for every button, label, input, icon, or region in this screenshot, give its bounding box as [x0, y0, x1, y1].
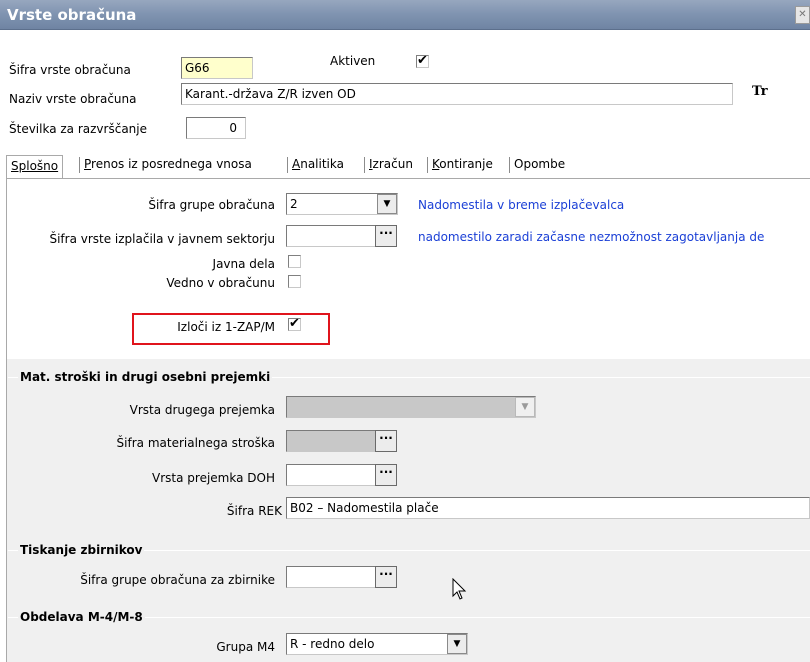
- public-works-label: Javna dela: [212, 257, 275, 271]
- other-income-select[interactable]: [286, 396, 536, 418]
- mouse-cursor-icon: [452, 578, 467, 600]
- active-label: Aktiven: [330, 54, 376, 68]
- window-title: Vrste obračuna: [7, 6, 137, 24]
- name-input[interactable]: Karant.-država Z/R izven OD: [181, 83, 733, 105]
- name-label: Naziv vrste obračuna: [9, 92, 137, 106]
- tab-accelerator: P: [84, 157, 92, 171]
- rek-label: Šifra REK: [226, 504, 282, 518]
- check-icon: ✔: [289, 316, 300, 331]
- window-titlebar: Vrste obračuna ✕: [0, 0, 810, 30]
- exclude-checkbox[interactable]: ✔: [288, 316, 301, 331]
- doh-input[interactable]: [286, 464, 376, 486]
- m4-group-label: Grupa M4: [216, 640, 275, 654]
- tab-splosno[interactable]: Splošno: [6, 155, 64, 179]
- m4-title: Obdelava M-4/M-8: [18, 610, 145, 624]
- material-cost-label: Šifra materialnega stroška: [116, 436, 275, 450]
- mat-costs-title: Mat. stroški in drugi osebni prejemki: [18, 370, 273, 384]
- sort-label: Številka za razvrščanje: [9, 122, 147, 136]
- ellipsis-icon[interactable]: ···: [375, 430, 397, 452]
- code-label: Šifra vrste obračuna: [9, 63, 131, 77]
- tab-accelerator: K: [432, 157, 440, 171]
- payout-description: nadomestilo zaradi začasne nezmožnost za…: [418, 230, 765, 244]
- group-label: Šifra grupe obračuna: [148, 198, 275, 212]
- payout-input[interactable]: [286, 225, 376, 247]
- ellipsis-icon[interactable]: ···: [375, 464, 397, 486]
- always-label: Vedno v obračunu: [166, 276, 275, 290]
- m4-group-select[interactable]: R - redno delo: [286, 633, 468, 655]
- tab-accelerator: A: [292, 157, 301, 171]
- payout-label: Šifra vrste izplačila v javnem sektorju: [49, 232, 275, 246]
- code-input[interactable]: G66: [181, 57, 253, 79]
- printing-title: Tiskanje zbirnikov: [18, 543, 145, 557]
- rek-input[interactable]: B02 – Nadomestila plače: [286, 497, 810, 519]
- ellipsis-icon[interactable]: ···: [375, 566, 397, 588]
- tab-analitika[interactable]: Analitika: [292, 157, 344, 171]
- doh-label: Vrsta prejemka DOH: [152, 471, 275, 485]
- material-cost-input[interactable]: [286, 430, 376, 452]
- tab-separator: [364, 157, 365, 173]
- chevron-down-icon[interactable]: ▼: [377, 194, 397, 214]
- tab-separator: [509, 157, 510, 173]
- tab-opombe[interactable]: Opombe: [514, 157, 565, 171]
- active-checkbox[interactable]: ✔: [416, 53, 429, 68]
- close-icon[interactable]: ✕: [795, 6, 810, 24]
- chevron-down-icon[interactable]: ▼: [447, 634, 467, 654]
- tab-strip: Splošno Prenos iz posrednega vnosa Anali…: [6, 155, 806, 179]
- tab-prenos[interactable]: Prenos iz posrednega vnosa: [84, 157, 252, 171]
- chevron-down-icon[interactable]: ▼: [515, 397, 535, 417]
- always-checkbox[interactable]: [288, 275, 301, 288]
- font-icon[interactable]: Tr: [752, 85, 768, 99]
- printing-group-input[interactable]: [286, 566, 376, 588]
- ellipsis-icon[interactable]: ···: [375, 225, 397, 247]
- public-works-checkbox[interactable]: [288, 255, 301, 268]
- group-description: Nadomestila v breme izplačevalca: [418, 198, 625, 212]
- tab-separator: [427, 157, 428, 173]
- tab-izracun[interactable]: Izračun: [369, 157, 413, 171]
- exclude-label: Izloči iz 1-ZAP/M: [177, 320, 275, 334]
- tab-accelerator: I: [369, 157, 373, 171]
- tab-separator: [287, 157, 288, 173]
- sort-input[interactable]: 0: [186, 117, 246, 139]
- tab-kontiranje[interactable]: Kontiranje: [432, 157, 493, 171]
- printing-group-label: Šifra grupe obračuna za zbirnike: [80, 573, 275, 587]
- other-income-label: Vrsta drugega prejemka: [129, 403, 275, 417]
- check-icon: ✔: [417, 53, 428, 68]
- tab-label: Splošno: [11, 159, 59, 173]
- tab-separator: [79, 157, 80, 173]
